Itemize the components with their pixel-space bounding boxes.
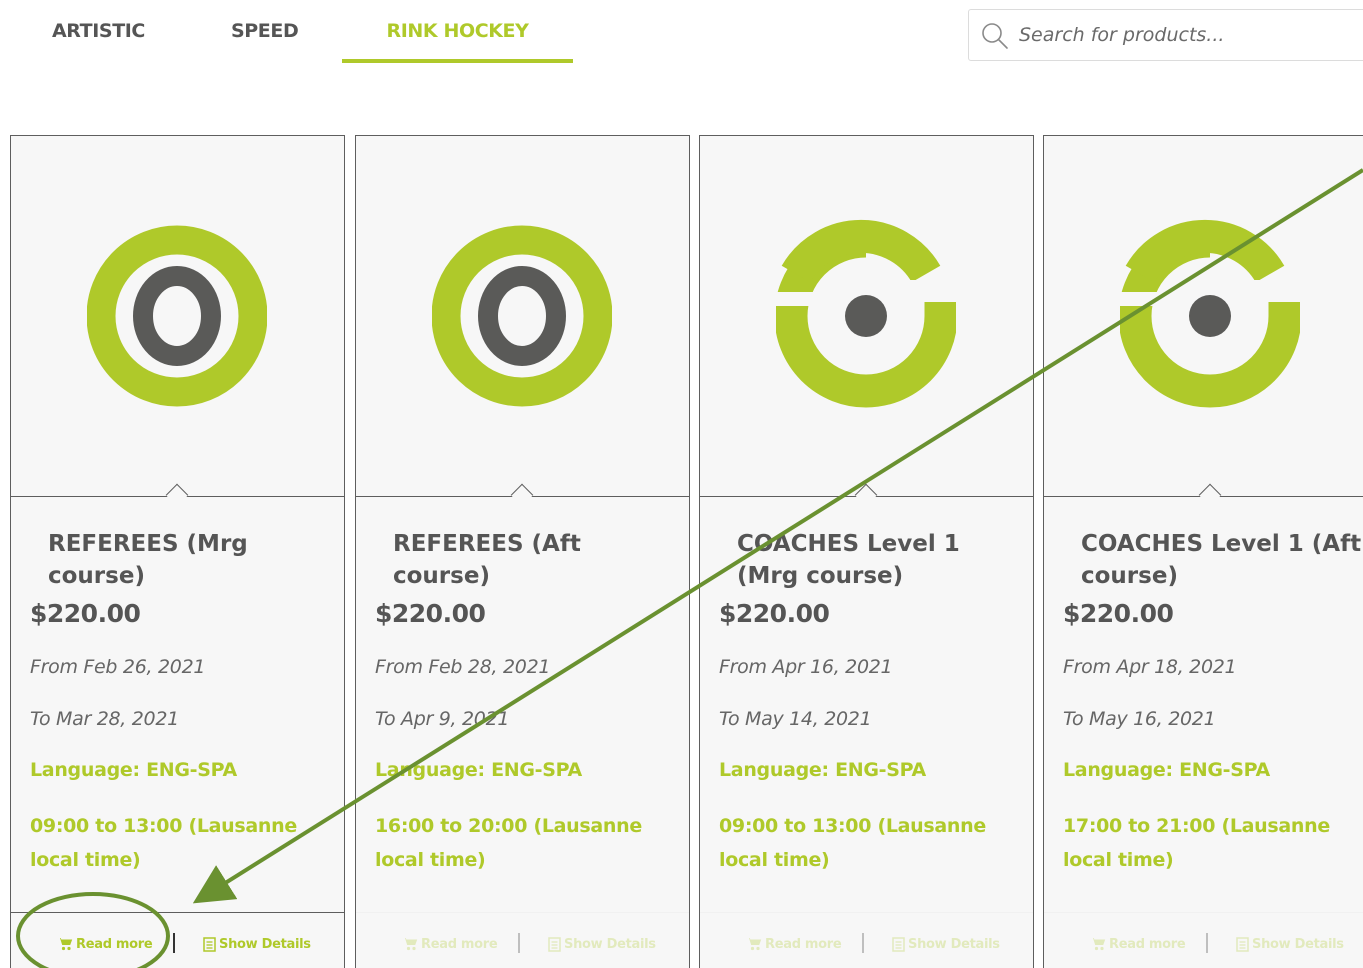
card-actions: Read more Show Details: [356, 912, 689, 968]
product-image[interactable]: [700, 136, 1033, 497]
product-card: COACHES Level 1 (Mrg course) $220.00 Fro…: [699, 135, 1034, 968]
read-more-button[interactable]: Read more: [57, 935, 153, 953]
card-actions: Read more Show Details: [700, 912, 1033, 968]
end-date: To May 14, 2021: [719, 708, 872, 730]
cart-icon: [1090, 938, 1106, 951]
open-ring-logo-icon: [1120, 219, 1300, 408]
product-price: $220.00: [375, 599, 486, 628]
end-date: To May 16, 2021: [1063, 708, 1216, 730]
read-more-label: Read more: [76, 936, 153, 952]
show-details-label: Show Details: [219, 936, 311, 952]
show-details-button[interactable]: Show Details: [203, 935, 311, 953]
session-time: 16:00 to 20:00 (Lausanne local time): [375, 815, 642, 871]
session-time: 09:00 to 13:00 (Lausanne local time): [719, 815, 986, 871]
language-label: Language: ENG-SPA: [375, 759, 582, 781]
read-more-label: Read more: [1109, 936, 1186, 952]
start-date: From Apr 18, 2021: [1063, 656, 1237, 678]
session-time: 17:00 to 21:00 (Lausanne local time): [1063, 815, 1330, 871]
start-date: From Feb 26, 2021: [30, 656, 206, 678]
session-time: 09:00 to 13:00 (Lausanne local time): [30, 815, 297, 871]
read-more-button[interactable]: Read more: [402, 935, 498, 953]
product-price: $220.00: [30, 599, 141, 628]
search-icon: [982, 23, 1008, 49]
cart-icon: [746, 938, 762, 951]
tab-artistic[interactable]: ARTISTIC: [52, 20, 145, 42]
document-icon: [203, 936, 216, 952]
target-logo-icon: [432, 225, 612, 407]
document-icon: [1236, 936, 1249, 952]
show-details-button[interactable]: Show Details: [892, 935, 1000, 953]
language-label: Language: ENG-SPA: [1063, 759, 1270, 781]
category-tabs: ARTISTIC SPEED RINK HOCKEY: [0, 0, 620, 64]
product-image[interactable]: [356, 136, 689, 497]
start-date: From Apr 16, 2021: [719, 656, 893, 678]
language-label: Language: ENG-SPA: [30, 759, 237, 781]
cart-icon: [57, 938, 73, 951]
open-ring-logo-icon: [776, 219, 956, 408]
read-more-button[interactable]: Read more: [1090, 935, 1186, 953]
document-icon: [892, 936, 905, 952]
show-details-label: Show Details: [1252, 936, 1344, 952]
show-details-button[interactable]: Show Details: [1236, 935, 1344, 953]
action-divider: [518, 933, 520, 953]
card-actions: Read more Show Details: [1044, 912, 1363, 968]
product-image[interactable]: [1044, 136, 1363, 497]
product-card: COACHES Level 1 (Aft course) $220.00 Fro…: [1043, 135, 1363, 968]
cart-icon: [402, 938, 418, 951]
language-label: Language: ENG-SPA: [719, 759, 926, 781]
target-logo-icon: [87, 225, 267, 407]
product-price: $220.00: [1063, 599, 1174, 628]
action-divider: [1206, 933, 1208, 953]
page: ARTISTIC SPEED RINK HOCKEY REFEREES (Mrg…: [0, 0, 1363, 968]
product-image[interactable]: [11, 136, 344, 497]
action-divider: [173, 933, 175, 953]
card-actions: Read more Show Details: [11, 912, 344, 968]
start-date: From Feb 28, 2021: [375, 656, 551, 678]
product-card: REFEREES (Mrg course) $220.00 From Feb 2…: [10, 135, 345, 968]
product-price: $220.00: [719, 599, 830, 628]
read-more-button[interactable]: Read more: [746, 935, 842, 953]
end-date: To Mar 28, 2021: [30, 708, 179, 730]
show-details-label: Show Details: [908, 936, 1000, 952]
action-divider: [862, 933, 864, 953]
read-more-label: Read more: [765, 936, 842, 952]
product-title[interactable]: REFEREES (Mrg course): [48, 528, 338, 592]
product-title[interactable]: COACHES Level 1 (Aft course): [1081, 528, 1363, 592]
tab-rink-hockey[interactable]: RINK HOCKEY: [342, 20, 573, 63]
product-title[interactable]: COACHES Level 1 (Mrg course): [737, 528, 1027, 592]
product-title[interactable]: REFEREES (Aft course): [393, 528, 683, 592]
active-tab-underline: [342, 59, 573, 63]
show-details-label: Show Details: [564, 936, 656, 952]
product-search: [968, 9, 1363, 61]
document-icon: [548, 936, 561, 952]
tab-speed[interactable]: SPEED: [231, 20, 299, 42]
show-details-button[interactable]: Show Details: [548, 935, 656, 953]
read-more-label: Read more: [421, 936, 498, 952]
end-date: To Apr 9, 2021: [375, 708, 510, 730]
search-input[interactable]: [1019, 20, 1359, 50]
product-card: REFEREES (Aft course) $220.00 From Feb 2…: [355, 135, 690, 968]
